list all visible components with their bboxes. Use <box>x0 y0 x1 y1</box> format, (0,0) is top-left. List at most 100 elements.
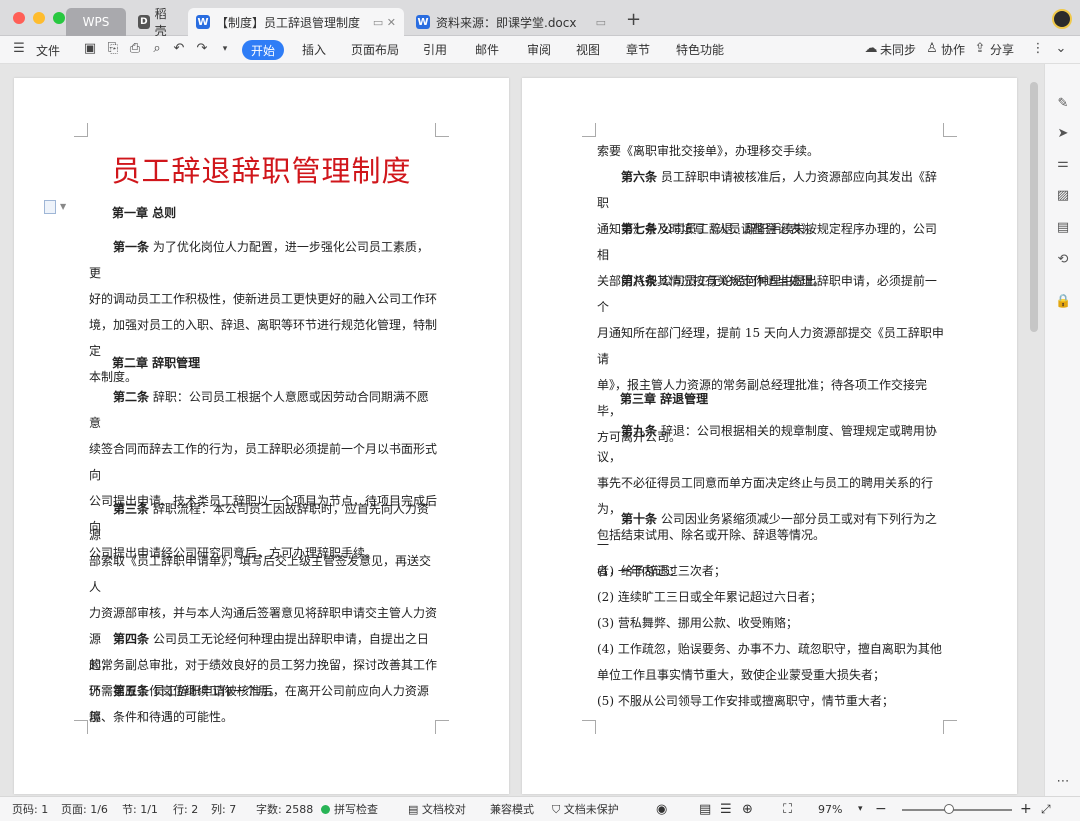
avatar[interactable] <box>1052 9 1072 29</box>
page-number[interactable]: 页码: 1 <box>12 797 48 821</box>
image-icon[interactable]: ▨ <box>1055 188 1071 204</box>
redo-icon[interactable]: ↷ <box>194 41 210 57</box>
crop-mark <box>74 720 88 734</box>
tab-wps-home[interactable]: WPS <box>66 8 126 36</box>
spell-check-icon <box>321 805 330 814</box>
minimize-window-button[interactable] <box>33 12 45 24</box>
chapter-heading: 第三章 辞退管理 <box>620 392 709 406</box>
list-item: 单位工作且事实情节重大，致使企业蒙受重大损失者； <box>597 668 886 682</box>
tab-window-icon[interactable]: ▭ <box>596 16 606 29</box>
list-item: (4) 工作疏忽，贻误要务、办事不力、疏忽职守，擅自离职为其他 <box>597 642 942 656</box>
tab-second-document[interactable]: W 资料来源：即课学堂.docx ▭ <box>408 8 614 36</box>
zoom-dropdown-icon[interactable]: ▾ <box>858 797 863 821</box>
chevron-down-icon[interactable]: ▼ <box>60 202 66 211</box>
sync-status[interactable]: 未同步 <box>880 36 916 64</box>
export-icon[interactable]: ⎘ <box>105 41 121 57</box>
more-options-icon[interactable]: ⋮ <box>1030 41 1046 57</box>
page-view-icon[interactable]: ▤ <box>699 797 711 821</box>
chapter-heading: 第二章 辞职管理 <box>112 356 201 370</box>
list-item: (1) 一年内记过三次者； <box>597 564 726 578</box>
ribbon-toolbar: ☰ 文件 ▣ ⎘ ⎙ ⌕ ↶ ↷ ▾ 开始 插入 页面布局 引用 邮件 审阅 视… <box>0 36 1080 64</box>
tab-close-icon[interactable]: ▭ ✕ <box>373 16 396 29</box>
print-icon[interactable]: ⎙ <box>127 41 143 57</box>
close-window-button[interactable] <box>13 12 25 24</box>
vertical-scrollbar[interactable] <box>1030 82 1038 332</box>
dismissal-list: (1) 一年内记过三次者； (2) 连续旷工三日或全年累记超过六日者； (3) … <box>597 558 947 714</box>
more-icon[interactable]: ⋯ <box>1055 774 1071 790</box>
web-view-icon[interactable]: ⊕ <box>742 797 753 821</box>
document-canvas[interactable]: 员工辞退辞职管理制度 第一章 总则 第一条 为了优化岗位人力配置，进一步强化公司… <box>0 64 1044 796</box>
crop-mark <box>582 720 596 734</box>
writer-doc-icon: W <box>196 15 210 29</box>
fullscreen-icon[interactable]: ⤢ <box>1041 797 1051 821</box>
zoom-out-icon[interactable]: − <box>875 797 887 821</box>
maximize-window-button[interactable] <box>53 12 65 24</box>
adjust-icon[interactable]: ⚌ <box>1055 156 1071 172</box>
tab-review[interactable]: 审阅 <box>527 36 551 64</box>
tab-page-layout[interactable]: 页面布局 <box>351 36 399 64</box>
select-cursor-icon[interactable]: ➤ <box>1055 126 1071 142</box>
zoom-level[interactable]: 97% <box>818 797 842 821</box>
undo-icon[interactable]: ↶ <box>171 41 187 57</box>
history-icon[interactable]: ⟲ <box>1055 252 1071 268</box>
collab-button[interactable]: 协作 <box>941 36 965 64</box>
row-indicator: 行: 2 <box>173 803 199 816</box>
tab-references[interactable]: 引用 <box>423 36 447 64</box>
article-5: 第五条 员工辞职申请被核准后，在离开公司前应向人力资源部 <box>89 684 429 724</box>
window-controls <box>13 12 65 24</box>
edit-pen-icon[interactable]: ✎ <box>1055 96 1071 112</box>
page-count[interactable]: 页面: 1/6 <box>61 797 108 821</box>
protect-status[interactable]: ⛉ 文档未保护 <box>552 797 619 821</box>
tab-start[interactable]: 开始 <box>242 40 284 60</box>
fit-page-icon[interactable]: ⛶ <box>783 797 792 821</box>
outline-view-icon[interactable]: ☰ <box>720 797 732 821</box>
tab-mail[interactable]: 邮件 <box>475 36 499 64</box>
status-bar: 页码: 1 页面: 1/6 节: 1/1 行: 2 列: 7 字数: 2588 … <box>0 796 1080 821</box>
chevron-down-icon[interactable]: ⌄ <box>1053 41 1069 57</box>
page-2[interactable]: 索要《离职审批交接单》，办理移交手续。 第六条 员工辞职申请被核准后，人力资源部… <box>522 78 1017 794</box>
eye-icon[interactable]: ◉ <box>656 797 667 821</box>
word-count[interactable]: 字数: 2588 <box>256 797 313 821</box>
preview-icon[interactable]: ⌕ <box>149 41 165 57</box>
cloud-sync-icon: ☁ <box>864 41 878 56</box>
compat-mode: 兼容模式 <box>490 803 534 816</box>
column-indicator: 列: 7 <box>211 803 237 816</box>
more-dropdown-icon[interactable]: ▾ <box>217 41 233 57</box>
list-item: (2) 连续旷工三日或全年累记超过六日者； <box>597 590 822 604</box>
crop-mark <box>943 123 957 137</box>
title-bar: WPS D 稻壳 W 【制度】员工辞退管理制度 ▭ ✕ W 资料来源：即课学堂.docx… <box>0 0 1080 38</box>
share-icon: ⇪ <box>974 41 986 56</box>
crop-mark <box>582 123 596 137</box>
document-title: 员工辞退辞职管理制度 <box>111 154 412 188</box>
zoom-slider-handle[interactable] <box>944 804 954 814</box>
proofread-icon: ▤ <box>408 803 422 816</box>
writer-doc-icon: W <box>416 15 430 29</box>
list-item: (3) 营私舞弊、挪用公款、收受贿赂； <box>597 616 798 630</box>
tab-view[interactable]: 视图 <box>576 36 600 64</box>
page-1[interactable]: 员工辞退辞职管理制度 第一章 总则 第一条 为了优化岗位人力配置，进一步强化公司… <box>14 78 509 794</box>
new-tab-button[interactable]: + <box>626 9 641 30</box>
tab-daoke[interactable]: D 稻壳 <box>130 7 186 38</box>
right-sidebar: ✎ ➤ ⚌ ▨ ▤ ⟲ 🔒 ⋯ <box>1044 64 1080 796</box>
tab-special-features[interactable]: 特色功能 <box>676 36 724 64</box>
paragraph-marker-icon[interactable] <box>44 200 56 214</box>
spell-check-button[interactable]: 拼写检查 <box>321 797 378 821</box>
tab-active-document[interactable]: W 【制度】员工辞退管理制度 ▭ ✕ <box>188 8 404 36</box>
save-icon[interactable]: ▣ <box>82 41 98 57</box>
daoke-icon: D <box>138 15 150 29</box>
zoom-slider-track[interactable] <box>902 809 1012 811</box>
tab-insert[interactable]: 插入 <box>302 36 326 64</box>
section-indicator: 节: 1/1 <box>122 803 158 816</box>
format-icon[interactable]: ▤ <box>1055 220 1071 236</box>
file-menu[interactable]: 文件 <box>36 36 60 64</box>
lock-icon[interactable]: 🔒 <box>1055 294 1071 310</box>
zoom-in-icon[interactable]: + <box>1020 797 1032 821</box>
menu-icon[interactable]: ☰ <box>11 41 27 57</box>
proofread-button[interactable]: ▤ 文档校对 <box>408 797 466 821</box>
crop-mark <box>943 720 957 734</box>
tab-chapter[interactable]: 章节 <box>626 36 650 64</box>
chapter-heading: 第一章 总则 <box>112 206 177 220</box>
article-5-continued: 索要《离职审批交接单》，办理移交手续。 <box>597 144 820 158</box>
share-button[interactable]: 分享 <box>990 36 1014 64</box>
crop-mark <box>74 123 88 137</box>
